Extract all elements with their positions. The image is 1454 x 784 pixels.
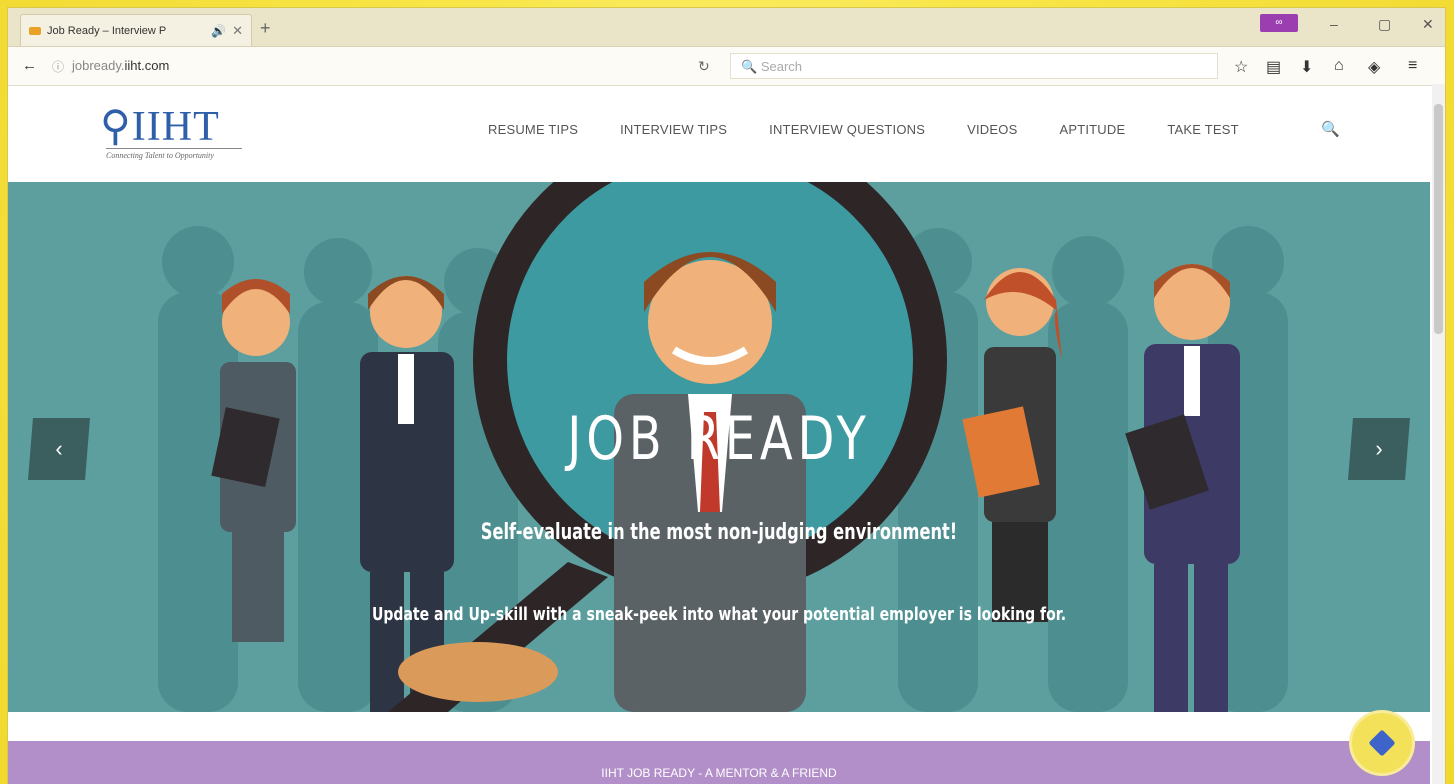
menu-interview-questions[interactable]: INTERVIEW QUESTIONS — [769, 122, 925, 137]
minimize-button[interactable]: – — [1330, 16, 1338, 32]
site-header: ⚲IIHT Connecting Talent to Opportunity R… — [8, 86, 1445, 184]
slider-prev-button[interactable]: ‹ — [28, 418, 90, 480]
tab-title: Job Ready – Interview P — [47, 24, 167, 37]
scrollbar-thumb[interactable] — [1434, 104, 1443, 334]
close-tab-icon[interactable]: ✕ — [232, 23, 243, 39]
download-icon[interactable]: ⬇ — [1300, 57, 1313, 77]
logo-text: ⚲IIHT — [100, 104, 220, 150]
back-button[interactable]: ← — [22, 57, 37, 74]
home-icon[interactable]: ⌂ — [1334, 57, 1344, 75]
menu-take-test[interactable]: TAKE TEST — [1167, 122, 1238, 137]
tab-bar: Job Ready – Interview P 🔊 ✕ + ∞ – ▢ ✕ — [8, 8, 1445, 47]
favicon-icon — [29, 26, 41, 35]
chat-widget-button[interactable] — [1352, 713, 1412, 773]
main-menu: RESUME TIPS INTERVIEW TIPS INTERVIEW QUE… — [488, 122, 1281, 137]
reload-icon[interactable]: ↻ — [698, 58, 710, 75]
url-prefix: jobready. — [72, 58, 125, 73]
url-domain: iiht.com — [124, 58, 170, 73]
browser-tab[interactable]: Job Ready – Interview P 🔊 ✕ — [20, 14, 252, 46]
maximize-button[interactable]: ▢ — [1378, 16, 1391, 33]
navigation-bar: ← ⓘ jobready.iiht.com ↻ 🔍 Search ☆ ▤ ⬇ ⌂… — [8, 47, 1445, 86]
url-bar[interactable]: jobready.iiht.com — [72, 58, 169, 73]
search-placeholder: Search — [760, 59, 803, 74]
site-info-icon[interactable]: ⓘ — [52, 58, 64, 75]
menu-icon[interactable]: ≡ — [1408, 57, 1417, 75]
mentor-banner: IIHT JOB READY - A MENTOR & A FRIEND — [8, 741, 1430, 784]
library-icon[interactable]: ▤ — [1266, 57, 1281, 77]
mentor-banner-text: IIHT JOB READY - A MENTOR & A FRIEND — [601, 766, 837, 780]
new-tab-button[interactable]: + — [260, 18, 271, 39]
chat-icon — [1368, 729, 1396, 757]
close-window-button[interactable]: ✕ — [1422, 16, 1434, 33]
pocket-icon[interactable]: ◈ — [1368, 57, 1380, 77]
hero-title: JOB READY — [567, 404, 871, 474]
private-browsing-icon: ∞ — [1260, 14, 1298, 32]
menu-resume-tips[interactable]: RESUME TIPS — [488, 122, 578, 137]
slider-next-button[interactable]: › — [1348, 418, 1410, 480]
site-search-icon[interactable]: 🔍 — [1321, 120, 1340, 138]
search-input[interactable]: 🔍 Search — [730, 53, 1218, 79]
menu-videos[interactable]: VIDEOS — [967, 122, 1017, 137]
browser-window: Job Ready – Interview P 🔊 ✕ + ∞ – ▢ ✕ ← … — [8, 8, 1445, 784]
hero-body: Update and Up-skill with a sneak-peek in… — [371, 604, 1067, 625]
iiht-logo[interactable]: ⚲IIHT Connecting Talent to Opportunity — [100, 106, 242, 160]
speaker-icon[interactable]: 🔊 — [211, 24, 226, 38]
hero-slider: JOB READY Self-evaluate in the most non-… — [8, 182, 1430, 712]
page-scrollbar[interactable] — [1432, 84, 1445, 784]
menu-aptitude[interactable]: APTITUDE — [1059, 122, 1125, 137]
menu-interview-tips[interactable]: INTERVIEW TIPS — [620, 122, 727, 137]
hero-subtitle: Self-evaluate in the most non-judging en… — [480, 520, 958, 545]
bookmark-star-icon[interactable]: ☆ — [1234, 57, 1248, 77]
